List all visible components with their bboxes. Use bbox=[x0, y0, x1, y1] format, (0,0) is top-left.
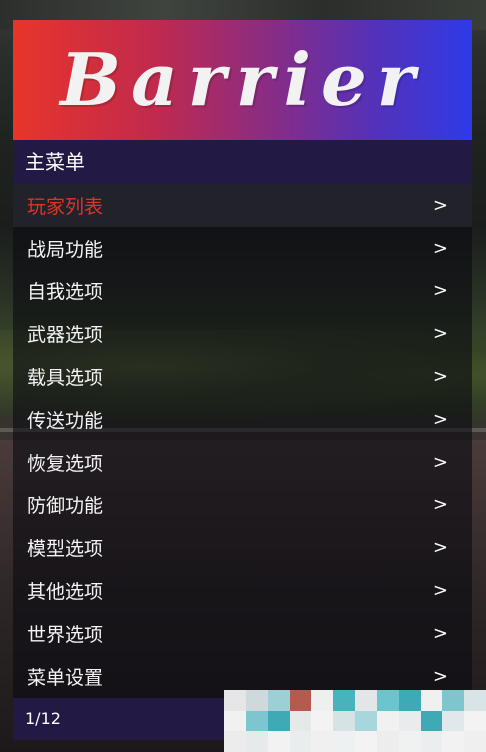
menu-item-label: 菜单设置 bbox=[27, 666, 104, 689]
menu-title: Barrier bbox=[60, 37, 425, 122]
menu-item-teleport[interactable]: 传送功能 > bbox=[13, 398, 472, 441]
menu-item-label: 恢复选项 bbox=[27, 452, 104, 475]
menu-header: 主菜单 bbox=[13, 140, 472, 184]
menu-item-label: 战局功能 bbox=[27, 238, 104, 261]
menu-item-label: 世界选项 bbox=[27, 623, 104, 646]
chevron-right-icon: > bbox=[432, 580, 448, 602]
menu-item-label: 玩家列表 bbox=[27, 195, 104, 218]
menu-item-session[interactable]: 战局功能 > bbox=[13, 227, 472, 270]
menu-item-weapons[interactable]: 武器选项 > bbox=[13, 312, 472, 355]
chevron-right-icon: > bbox=[432, 451, 448, 473]
menu-item-defense[interactable]: 防御功能 > bbox=[13, 484, 472, 527]
chevron-right-icon: > bbox=[432, 622, 448, 644]
chevron-right-icon: > bbox=[432, 408, 448, 430]
chevron-right-icon: > bbox=[432, 366, 448, 388]
menu-item-label: 武器选项 bbox=[27, 324, 104, 347]
menu-item-label: 载具选项 bbox=[27, 367, 104, 390]
menu-item-world[interactable]: 世界选项 > bbox=[13, 612, 472, 655]
mod-menu: Barrier 主菜单 玩家列表 > 战局功能 > 自我选项 > 武器选项 > … bbox=[13, 20, 472, 740]
chevron-right-icon: > bbox=[432, 194, 448, 216]
chevron-right-icon: > bbox=[432, 494, 448, 516]
chevron-right-icon: > bbox=[432, 323, 448, 345]
menu-banner: Barrier bbox=[13, 20, 472, 140]
chevron-right-icon: > bbox=[432, 280, 448, 302]
menu-item-self[interactable]: 自我选项 > bbox=[13, 270, 472, 313]
menu-item-label: 其他选项 bbox=[27, 581, 104, 604]
pixelated-watermark bbox=[224, 690, 486, 752]
menu-item-list: 玩家列表 > 战局功能 > 自我选项 > 武器选项 > 载具选项 > 传送功能 … bbox=[13, 184, 472, 698]
menu-item-vehicles[interactable]: 载具选项 > bbox=[13, 355, 472, 398]
chevron-right-icon: > bbox=[432, 665, 448, 687]
menu-item-label: 传送功能 bbox=[27, 409, 104, 432]
menu-item-label: 自我选项 bbox=[27, 281, 104, 304]
menu-item-misc[interactable]: 其他选项 > bbox=[13, 569, 472, 612]
menu-item-recovery[interactable]: 恢复选项 > bbox=[13, 441, 472, 484]
menu-item-player-list[interactable]: 玩家列表 > bbox=[13, 184, 472, 227]
menu-item-label: 防御功能 bbox=[27, 495, 104, 518]
chevron-right-icon: > bbox=[432, 537, 448, 559]
menu-item-label: 模型选项 bbox=[27, 538, 104, 561]
menu-item-model[interactable]: 模型选项 > bbox=[13, 526, 472, 569]
chevron-right-icon: > bbox=[432, 237, 448, 259]
